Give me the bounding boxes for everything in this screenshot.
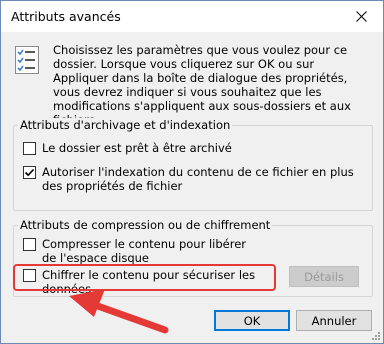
close-button[interactable] <box>339 1 383 32</box>
close-icon <box>355 11 367 22</box>
advanced-attributes-dialog: Attributs avancés Choisissez les paramèt… <box>0 0 384 344</box>
allow-indexing-label: Autoriser l'indexation du contenu de ce … <box>42 165 354 193</box>
archive-ready-checkbox[interactable] <box>23 142 36 155</box>
compress-checkbox[interactable] <box>23 238 36 251</box>
checkmark-icon <box>24 168 35 177</box>
allow-indexing-checkbox[interactable] <box>23 166 36 179</box>
allow-indexing-option[interactable]: Autoriser l'indexation du contenu de ce … <box>23 165 363 193</box>
ok-button[interactable]: OK <box>214 310 290 331</box>
compress-label: Compresser le contenu pour libérer de l'… <box>42 237 247 265</box>
archive-ready-option[interactable]: Le dossier est prêt à être archivé <box>23 141 363 155</box>
resize-grip-icon[interactable] <box>371 331 381 341</box>
cancel-button[interactable]: Annuler <box>296 310 372 331</box>
pointer-arrow-icon <box>69 289 169 334</box>
dialog-title: Attributs avancés <box>11 9 121 24</box>
intro-text: Choisissez les paramètres que vous voule… <box>53 43 351 127</box>
title-bar: Attributs avancés <box>1 1 383 32</box>
settings-list-icon <box>15 46 39 74</box>
archive-ready-label: Le dossier est prêt à être archivé <box>42 141 232 155</box>
compress-group-legend: Attributs de compression ou de chiffreme… <box>18 218 273 232</box>
archive-group-legend: Attributs d'archivage et d'indexation <box>18 118 233 132</box>
compress-option[interactable]: Compresser le contenu pour libérer de l'… <box>23 237 263 265</box>
details-button[interactable]: Détails <box>289 266 359 287</box>
